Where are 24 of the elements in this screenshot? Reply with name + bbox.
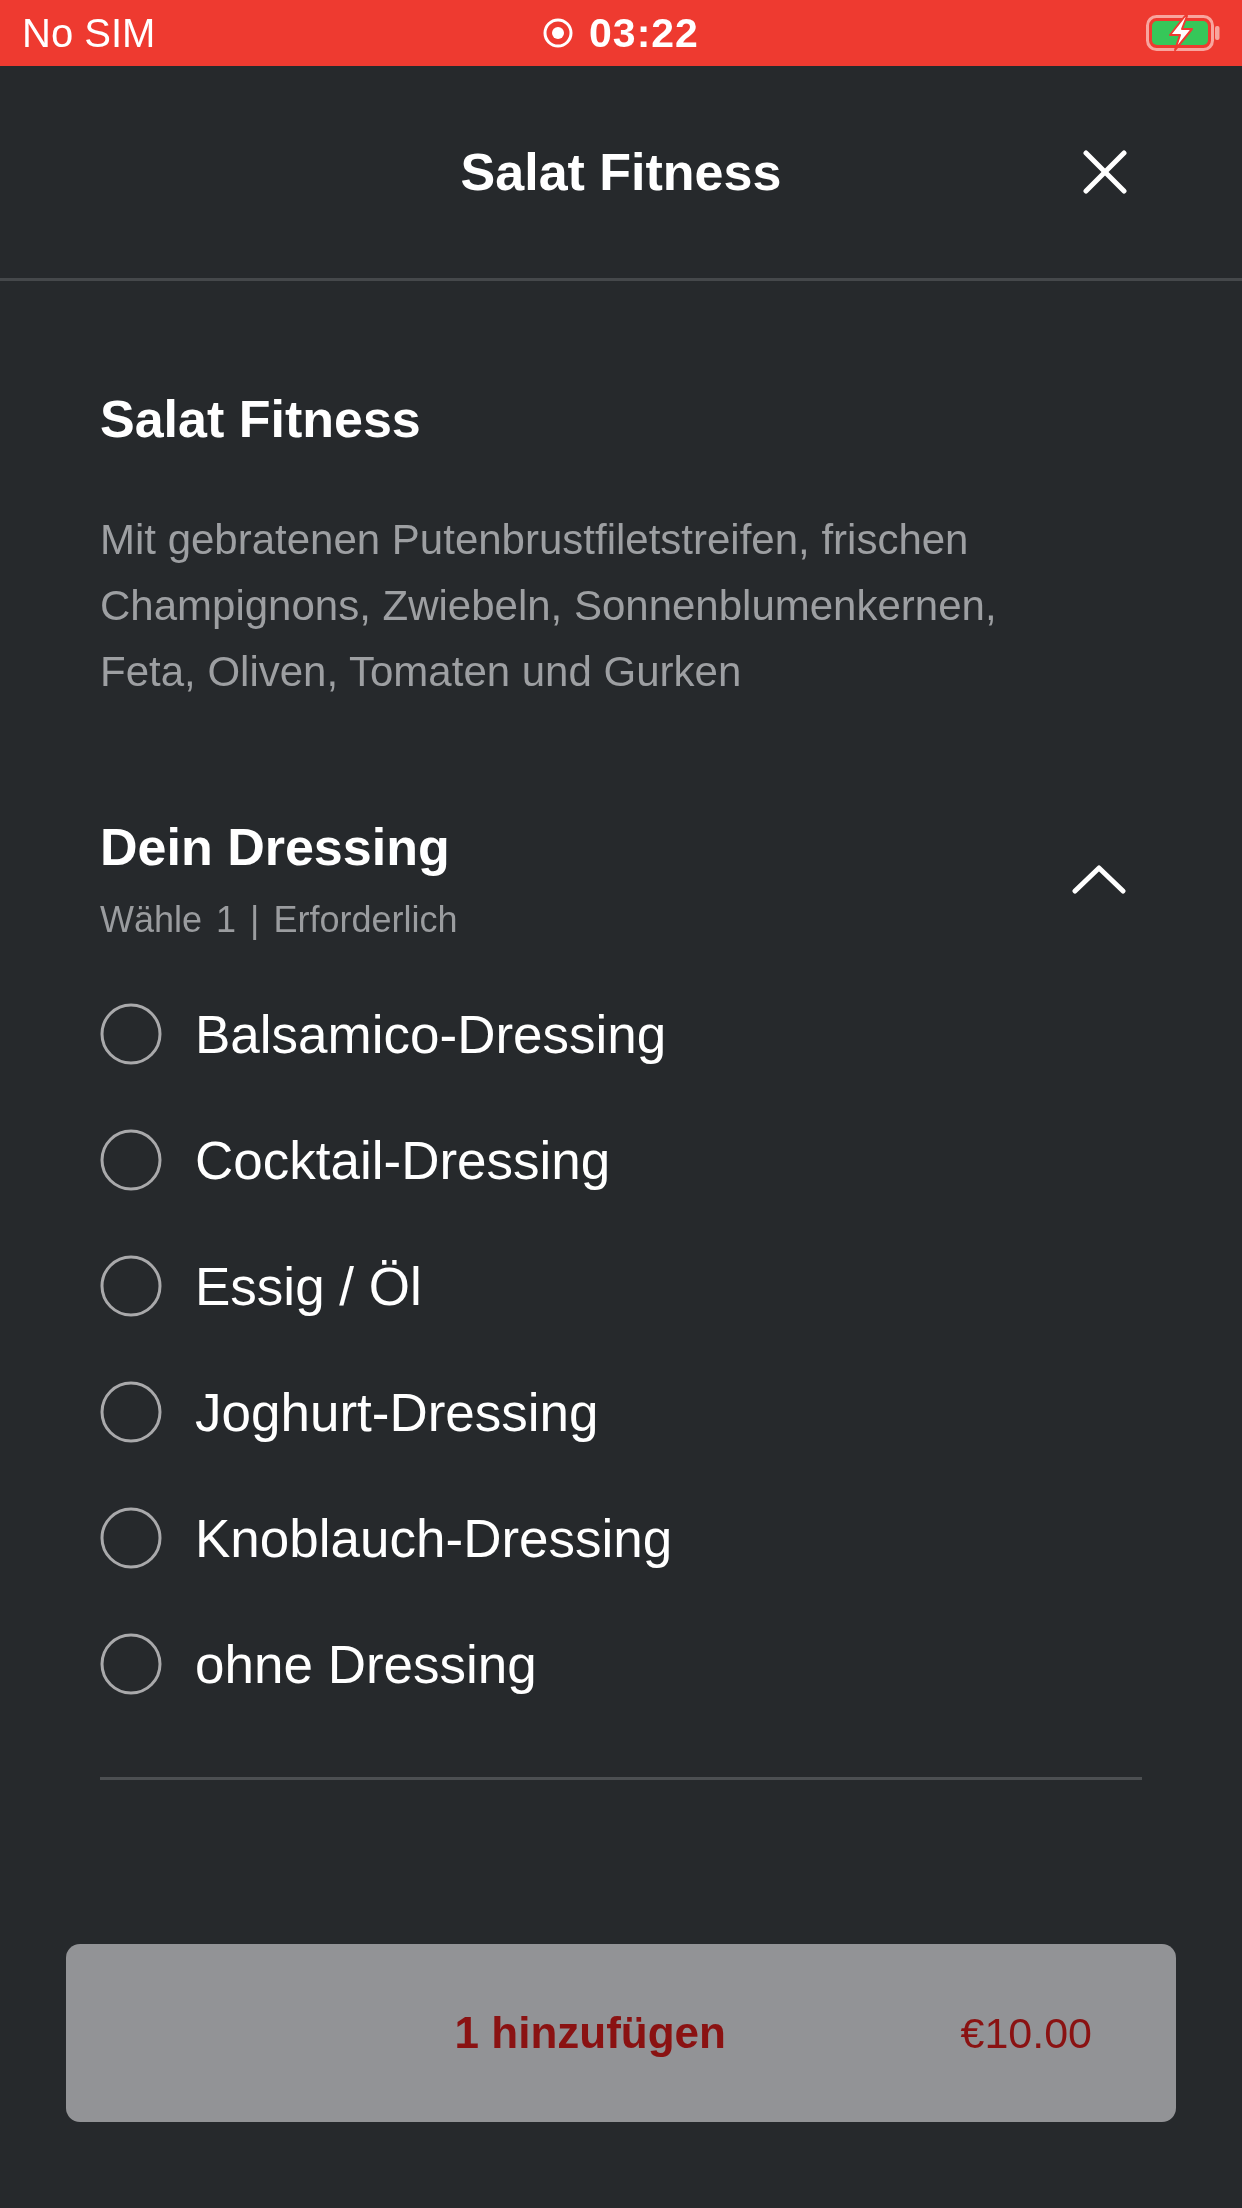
option-label[interactable]: Knoblauch-Dressing (195, 1507, 673, 1569)
radio-button[interactable] (100, 1129, 162, 1191)
carrier-text: No SIM (22, 10, 157, 56)
radio-button[interactable] (100, 1381, 162, 1443)
header-title: Salat Fitness (460, 142, 782, 202)
option-label[interactable]: ohne Dressing (195, 1633, 537, 1695)
option-label[interactable]: Cocktail-Dressing (195, 1129, 611, 1191)
section-subtitle: Wähle 1 | Erforderlich (100, 899, 458, 941)
radio-button[interactable] (100, 1255, 162, 1317)
radio-button[interactable] (100, 1507, 162, 1569)
clock-time: 03:22 (589, 9, 699, 57)
record-icon (543, 18, 574, 48)
option-label[interactable]: Balsamico-Dressing (195, 1003, 667, 1065)
price-text: €10.00 (960, 2008, 1092, 2058)
radio-button[interactable] (100, 1633, 162, 1695)
chevron-up-icon (1072, 864, 1126, 894)
section-title: Dein Dressing (100, 817, 451, 877)
option-label[interactable]: Essig / Öl (195, 1255, 422, 1317)
close-icon (1083, 150, 1127, 194)
item-description: Mit gebratenen Putenbrustfiletstreifen, frischen Champignons, Zwiebeln, Sonnenblumenkernen, Feta, Oliven, Tomaten und Gurken (100, 515, 998, 697)
battery-charging-icon (1146, 15, 1220, 51)
radio-button[interactable] (100, 1003, 162, 1065)
item-title: Salat Fitness (100, 389, 422, 449)
option-label[interactable]: Joghurt-Dressing (195, 1381, 599, 1443)
